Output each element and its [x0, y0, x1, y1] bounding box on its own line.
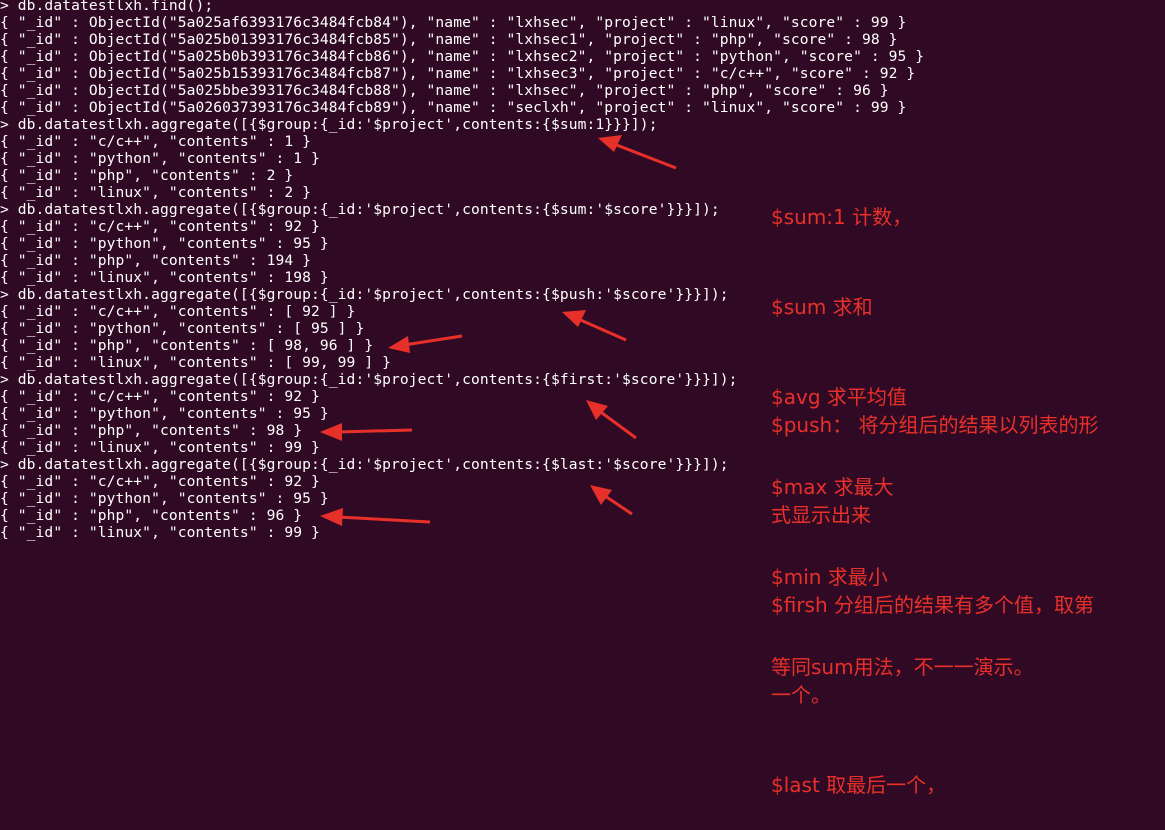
- output-line: { "_id" : ObjectId("5a026037393176c3484f…: [0, 99, 907, 116]
- annotation-line: $push： 将分组后的结果以列表的形: [771, 413, 1099, 437]
- output-line: { "_id" : "linux", "contents" : 99 }: [0, 439, 320, 456]
- output-line: { "_id" : "php", "contents" : [ 98, 96 ]…: [0, 337, 374, 354]
- prompt-line: > db.datatestlxh.aggregate([{$group:{_id…: [0, 116, 658, 133]
- output-line: { "_id" : "c/c++", "contents" : [ 92 ] }: [0, 303, 356, 320]
- output-line: { "_id" : "python", "contents" : [ 95 ] …: [0, 320, 365, 337]
- output-line: { "_id" : "linux", "contents" : [ 99, 99…: [0, 354, 391, 371]
- output-line: { "_id" : "python", "contents" : 95 }: [0, 235, 329, 252]
- output-line: { "_id" : "php", "contents" : 2 }: [0, 167, 294, 184]
- output-line: { "_id" : "linux", "contents" : 99 }: [0, 524, 320, 541]
- prompt-line: > db.datatestlxh.aggregate([{$group:{_id…: [0, 286, 729, 303]
- annotation-line: 式显示出来: [771, 503, 871, 527]
- annotation-line: $last 取最后一个，: [771, 773, 947, 797]
- output-line: { "_id" : "c/c++", "contents" : 92 }: [0, 388, 320, 405]
- output-line: { "_id" : ObjectId("5a025bbe393176c3484f…: [0, 82, 889, 99]
- output-line: { "_id" : "python", "contents" : 95 }: [0, 405, 329, 422]
- output-line: { "_id" : ObjectId("5a025af6393176c3484f…: [0, 14, 907, 31]
- prompt-line: > db.datatestlxh.aggregate([{$group:{_id…: [0, 456, 729, 473]
- prompt-line: > db.datatestlxh.aggregate([{$group:{_id…: [0, 201, 720, 218]
- annotation-line: $firsh 分组后的结果有多个值，取第: [771, 593, 1094, 617]
- annotation-line: 一个。: [771, 683, 831, 707]
- output-line: { "_id" : "php", "contents" : 96 }: [0, 507, 303, 524]
- output-line: { "_id" : "c/c++", "contents" : 1 }: [0, 133, 312, 150]
- output-line: { "_id" : "php", "contents" : 98 }: [0, 422, 303, 439]
- output-line: { "_id" : "python", "contents" : 95 }: [0, 490, 329, 507]
- output-line: { "_id" : "linux", "contents" : 198 }: [0, 269, 329, 286]
- output-line: { "_id" : "c/c++", "contents" : 92 }: [0, 218, 320, 235]
- annotation-block-push-first-last: $push： 将分组后的结果以列表的形 式显示出来 $firsh 分组后的结果有…: [771, 350, 1099, 830]
- output-line: { "_id" : ObjectId("5a025b0b393176c3484f…: [0, 48, 925, 65]
- annotation-line: $sum:1 计数，: [771, 205, 913, 229]
- output-line: { "_id" : ObjectId("5a025b01393176c3484f…: [0, 31, 898, 48]
- annotation-line: $sum 求和: [771, 295, 873, 319]
- output-line: { "_id" : "php", "contents" : 194 }: [0, 252, 312, 269]
- prompt-line: > db.datatestlxh.aggregate([{$group:{_id…: [0, 371, 738, 388]
- output-line: { "_id" : "linux", "contents" : 2 }: [0, 184, 312, 201]
- output-line: { "_id" : "python", "contents" : 1 }: [0, 150, 320, 167]
- prompt-line: > db.datatestlxh.find();: [0, 0, 214, 14]
- output-line: { "_id" : "c/c++", "contents" : 92 }: [0, 473, 320, 490]
- output-line: { "_id" : ObjectId("5a025b15393176c3484f…: [0, 65, 916, 82]
